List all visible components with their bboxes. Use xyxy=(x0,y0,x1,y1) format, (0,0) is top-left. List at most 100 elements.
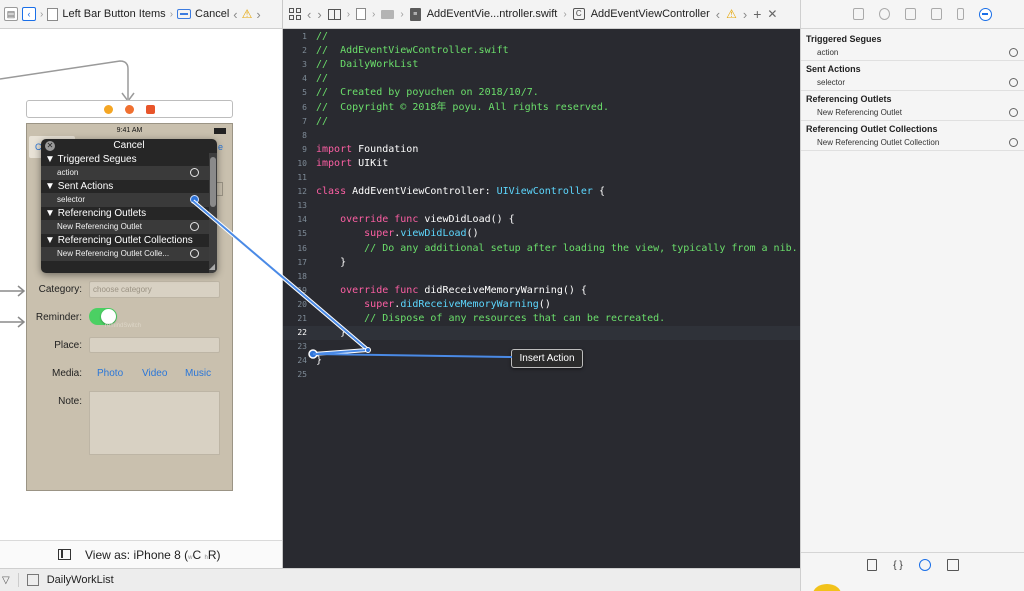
document-outline-toggle-icon[interactable] xyxy=(58,549,71,560)
view-controller-icon[interactable] xyxy=(104,104,113,114)
folder-icon[interactable] xyxy=(381,9,395,19)
code-line[interactable]: 22 } xyxy=(283,326,800,341)
code-line[interactable]: 7 // xyxy=(283,115,800,129)
code-line[interactable]: 9 import Foundation xyxy=(283,143,800,157)
code-line[interactable]: 16 // Do any additional setup after load… xyxy=(283,242,800,256)
object-library-icon[interactable] xyxy=(918,559,931,571)
segue-arrow[interactable] xyxy=(0,55,140,105)
close-icon[interactable]: ✕ xyxy=(45,141,55,151)
code-line[interactable]: 18 xyxy=(283,270,800,284)
issue-prev-chevron-icon[interactable]: ‹ xyxy=(233,7,237,22)
file-template-icon[interactable] xyxy=(867,559,878,571)
nav-bar-right-item[interactable]: e xyxy=(218,142,223,152)
breadcrumb-cancel[interactable]: Cancel xyxy=(195,8,229,20)
code-line[interactable]: 4 // xyxy=(283,72,800,86)
connections-inspector-icon[interactable] xyxy=(979,7,992,21)
code-line[interactable]: 5 // Created by poyuchen on 2018/10/7. xyxy=(283,86,800,100)
inspector-row-selector[interactable]: selector xyxy=(801,75,1024,91)
back-chevron-icon[interactable]: ‹ xyxy=(307,7,311,22)
warning-icon[interactable]: ⚠ xyxy=(242,7,253,21)
quick-help-icon[interactable] xyxy=(879,8,890,20)
plus-icon[interactable]: + xyxy=(753,6,761,22)
assistant-mode-icon[interactable] xyxy=(327,8,341,20)
forward-chevron-icon[interactable]: › xyxy=(317,7,321,22)
issue-next-chevron-icon[interactable]: › xyxy=(743,7,747,22)
resize-grip-icon[interactable]: ◢ xyxy=(209,262,215,271)
connection-circle-active-icon[interactable] xyxy=(190,195,199,204)
connection-circle-icon[interactable] xyxy=(190,168,199,177)
code-line[interactable]: 13 xyxy=(283,199,800,213)
code-line[interactable]: 2 // AddEventViewController.swift xyxy=(283,44,800,58)
breadcrumb-file[interactable]: AddEventVie...ntroller.swift xyxy=(427,8,558,20)
code-line[interactable]: 8 xyxy=(283,129,800,143)
code-snippet-icon[interactable]: { } xyxy=(893,560,902,571)
target-name[interactable]: DailyWorkList xyxy=(47,574,114,586)
code-line[interactable]: 1 // xyxy=(283,30,800,44)
code-line[interactable]: 15 super.viewDidLoad() xyxy=(283,227,800,241)
library-object-icon[interactable] xyxy=(813,584,841,591)
scene-dock[interactable] xyxy=(26,100,233,118)
popup-scrollbar[interactable] xyxy=(209,153,217,273)
issue-prev-chevron-icon[interactable]: ‹ xyxy=(716,7,720,22)
code-line[interactable]: 17 } xyxy=(283,256,800,270)
inspector-row-new-referencing-outlet[interactable]: New Referencing Outlet xyxy=(801,105,1024,121)
code-line[interactable]: 14 override func viewDidLoad() { xyxy=(283,213,800,227)
music-button[interactable]: Music xyxy=(185,368,211,379)
assistant-editor[interactable]: ‹ › › › › ≡ AddEventVie...ntroller.swift… xyxy=(283,0,800,568)
file-inspector-icon[interactable] xyxy=(853,8,864,20)
connection-circle-icon[interactable] xyxy=(190,222,199,231)
code-line[interactable]: 25 xyxy=(283,368,800,382)
exit-icon[interactable] xyxy=(146,104,155,114)
issue-next-chevron-icon[interactable]: › xyxy=(256,7,260,22)
category-field[interactable]: choose category xyxy=(89,281,220,298)
code-line[interactable]: 11 xyxy=(283,171,800,185)
connection-circle-icon[interactable] xyxy=(1009,108,1018,117)
code-line[interactable]: 3 // DailyWorkList xyxy=(283,58,800,72)
popup-row-label: action xyxy=(57,168,79,177)
connections-popup[interactable]: ✕ Cancel ▼ Triggered Segues action ▼ Sen… xyxy=(41,139,217,273)
connection-circle-icon[interactable] xyxy=(190,249,199,258)
project-icon[interactable] xyxy=(356,8,367,20)
storyboard-canvas[interactable]: ▤ ‹ › Left Bar Button Items › Cancel ‹ ⚠… xyxy=(0,0,283,568)
place-field[interactable] xyxy=(89,337,220,353)
scrollbar-thumb[interactable] xyxy=(210,157,216,207)
size-inspector-icon[interactable] xyxy=(957,8,964,20)
photo-button[interactable]: Photo xyxy=(97,368,123,379)
first-responder-icon[interactable] xyxy=(125,104,134,114)
inspector-row-new-outlet-collection[interactable]: New Referencing Outlet Collection xyxy=(801,135,1024,151)
code-text: } xyxy=(316,326,346,340)
connection-circle-icon[interactable] xyxy=(1009,138,1018,147)
warning-icon[interactable]: ⚠ xyxy=(726,7,737,21)
identity-inspector-icon[interactable] xyxy=(905,8,916,20)
popup-row-action[interactable]: action xyxy=(41,166,209,180)
popup-row-new-outlet-collection[interactable]: New Referencing Outlet Colle... xyxy=(41,247,209,261)
related-items-grid-icon[interactable] xyxy=(289,8,301,20)
back-chevron-icon[interactable]: ‹ xyxy=(22,7,36,21)
breadcrumb-symbol[interactable]: AddEventViewController xyxy=(591,8,710,20)
view-as-device[interactable]: View as: iPhone 8 (wC hR) xyxy=(85,548,221,562)
code-line[interactable]: 6 // Copyright © 2018年 poyu. All rights r… xyxy=(283,101,800,115)
code-line[interactable]: 10 import UIKit xyxy=(283,157,800,171)
code-line[interactable]: 19 override func didReceiveMemoryWarning… xyxy=(283,284,800,298)
close-icon[interactable]: ✕ xyxy=(767,7,777,21)
bottom-status-bar: ▽ DailyWorkList xyxy=(0,568,800,591)
popup-row-selector[interactable]: selector xyxy=(41,193,209,207)
connection-circle-icon[interactable] xyxy=(1009,78,1018,87)
filter-icon[interactable]: ▽ xyxy=(2,575,10,586)
popup-row-new-referencing-outlet[interactable]: New Referencing Outlet xyxy=(41,220,209,234)
media-library-icon[interactable] xyxy=(946,559,959,571)
code-line[interactable]: 20 super.didReceiveMemoryWarning() xyxy=(283,298,800,312)
attributes-inspector-icon[interactable] xyxy=(931,8,942,20)
code-line[interactable]: 12 class AddEventViewController: UIViewCo… xyxy=(283,185,800,199)
inspector-row-action[interactable]: action xyxy=(801,45,1024,61)
code-token: didReceiveMemoryWarning() { xyxy=(418,284,587,296)
note-text-view[interactable] xyxy=(89,391,220,455)
code-text-area[interactable]: 1 // 2 // AddEventViewController.swift 3 // D… xyxy=(283,29,800,568)
breadcrumb-left-bar-button-items[interactable]: Left Bar Button Items xyxy=(62,8,165,20)
code-line[interactable]: 21 // Dispose of any resources that can … xyxy=(283,312,800,326)
connection-circle-icon[interactable] xyxy=(1009,48,1018,57)
video-button[interactable]: Video xyxy=(142,368,167,379)
popup-section-outlet-collections: ▼ Referencing Outlet Collections New Ref… xyxy=(41,234,217,261)
inspector-row-label: selector xyxy=(817,78,846,87)
related-items-icon[interactable]: ▤ xyxy=(4,7,18,21)
